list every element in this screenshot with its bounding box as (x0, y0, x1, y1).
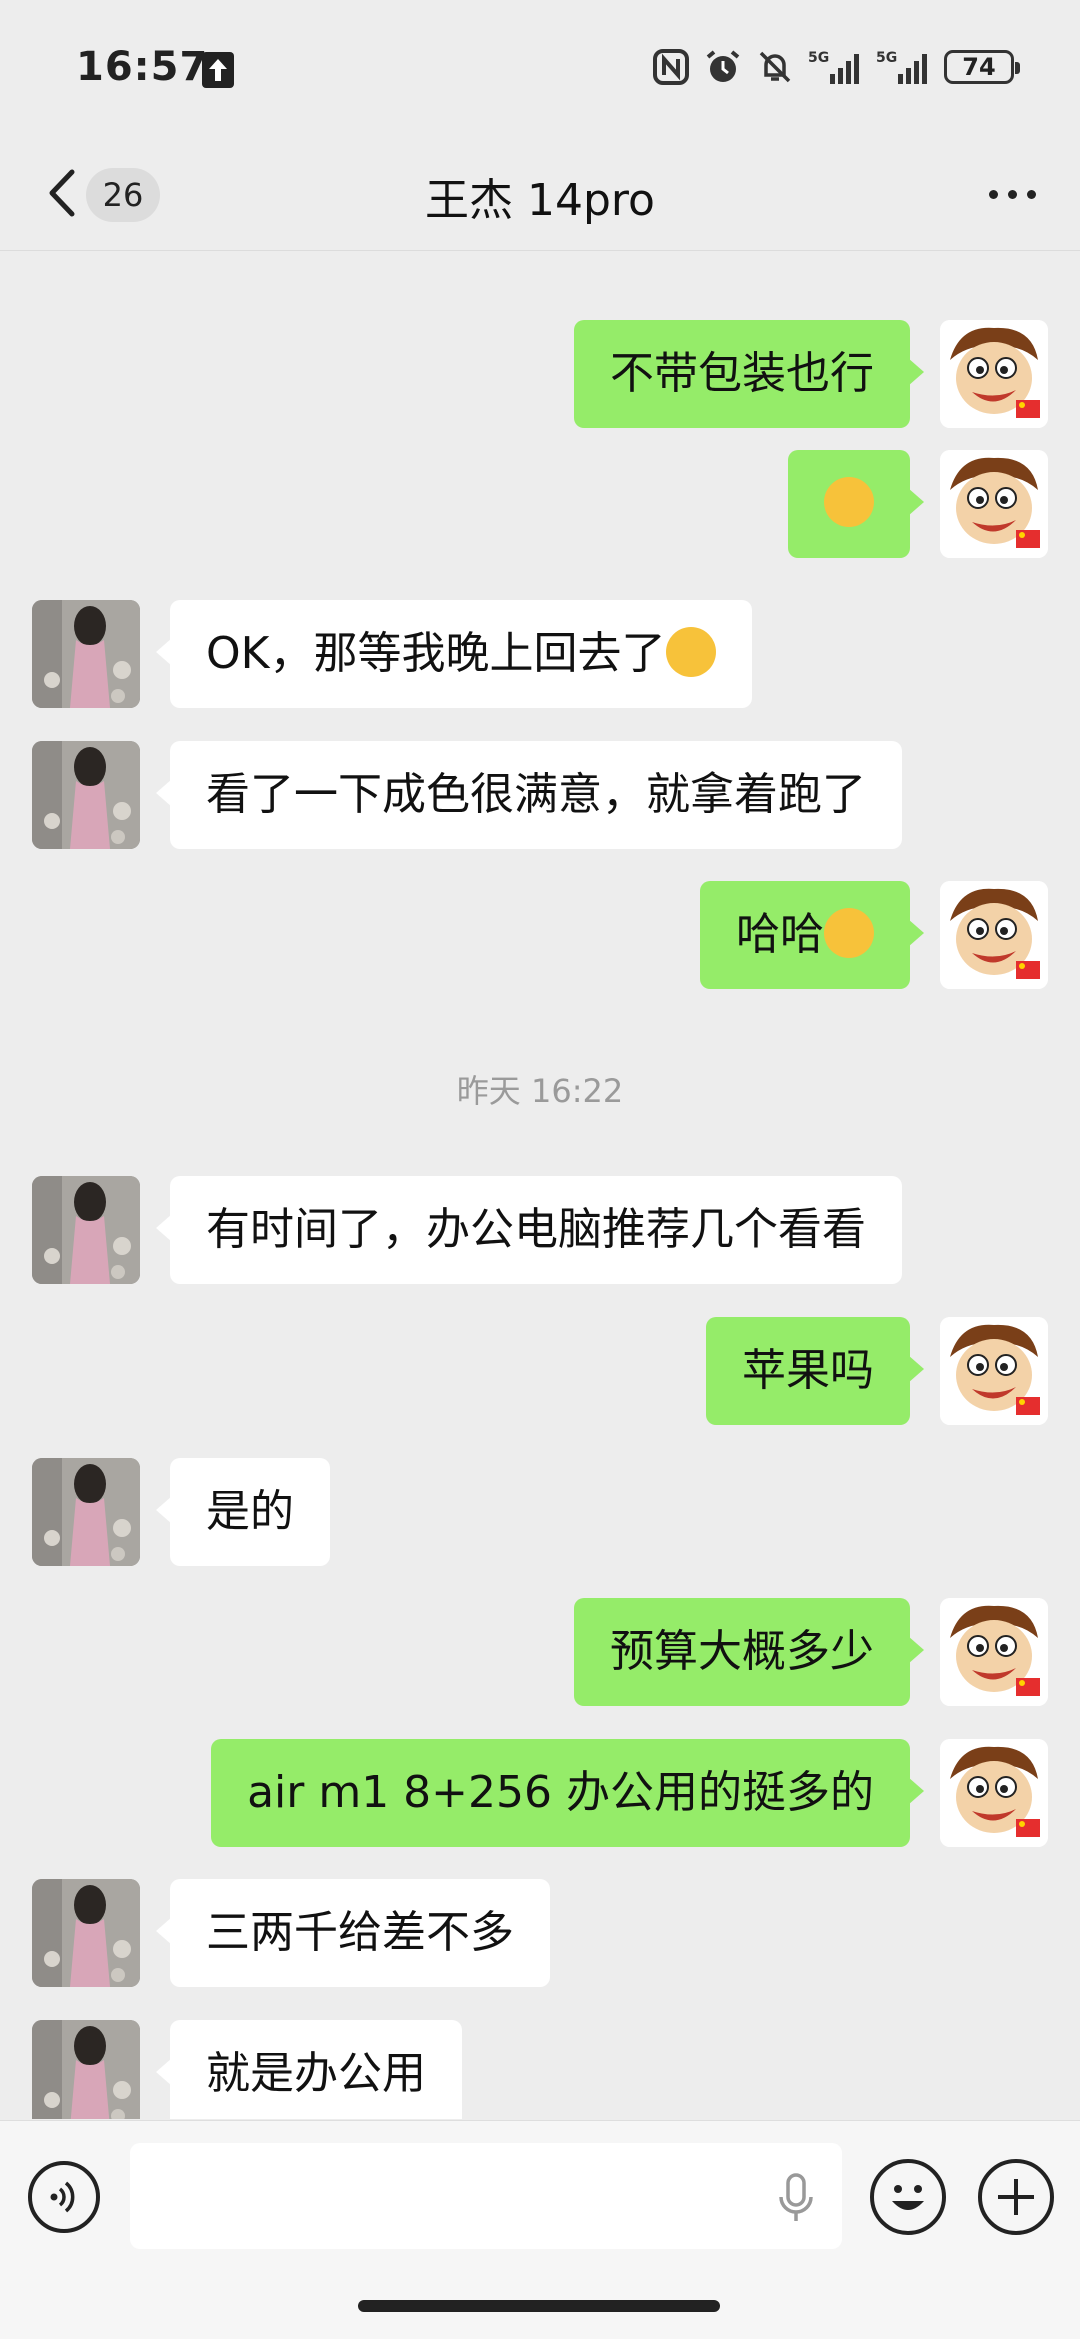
grinning-face-emoji (824, 908, 874, 958)
5g-signal-icon: 5G (808, 48, 862, 86)
message-bubble-received[interactable]: 看了一下成色很满意，就拿着跑了 (156, 741, 902, 849)
message-timestamp: 昨天 16:22 (456, 1072, 624, 1110)
chat-title: 王杰 14pro (425, 175, 655, 226)
mute-icon (756, 48, 794, 86)
avatar[interactable] (32, 2020, 140, 2119)
laughing-tears-emoji (665, 627, 716, 677)
status-time: 16:57 (76, 44, 209, 90)
more-options-icon[interactable] (989, 190, 1036, 199)
nfc-icon (652, 48, 690, 86)
message-bubble-sent[interactable]: 不带包装也行 (574, 320, 924, 428)
chat-header: 26 王杰 14pro (0, 140, 1080, 251)
avatar[interactable] (940, 1598, 1048, 1706)
emoji-icon[interactable] (870, 2159, 946, 2235)
message-bubble-sent[interactable]: 苹果吗 (706, 1317, 924, 1425)
message-bubble-sent[interactable]: air m1 8+256 办公用的挺多的 (211, 1739, 924, 1847)
5g-signal-icon: 5G (876, 48, 930, 86)
upload-icon (202, 52, 234, 88)
svg-text:5G: 5G (808, 50, 829, 66)
add-icon[interactable] (978, 2159, 1054, 2235)
message-bubble-received[interactable]: 就是办公用 (156, 2020, 462, 2119)
message-bubble-received[interactable]: 是的 (156, 1458, 330, 1566)
avatar[interactable] (940, 881, 1048, 989)
battery-indicator: 74 (944, 50, 1020, 84)
message-bubble-sent[interactable] (788, 450, 924, 558)
microphone-icon[interactable] (776, 2171, 816, 2225)
message-bubble-sent[interactable]: 预算大概多少 (574, 1598, 924, 1706)
message-input[interactable] (130, 2143, 842, 2249)
voice-input-icon[interactable] (28, 2161, 100, 2233)
message-bubble-received[interactable]: OK，那等我晚上回去了 (156, 600, 752, 708)
status-bar: 16:57 5G 5G 74 (0, 0, 1080, 140)
avatar[interactable] (940, 1739, 1048, 1847)
message-list[interactable]: 不带包装也行 OK，那等我晚上回去了 看了一下成色很满意，就拿着跑了 哈哈 昨天… (0, 251, 1080, 2119)
message-bubble-received[interactable]: 有时间了，办公电脑推荐几个看看 (156, 1176, 902, 1284)
battery-level: 74 (962, 53, 996, 81)
avatar[interactable] (32, 741, 140, 849)
avatar[interactable] (940, 320, 1048, 428)
avatar[interactable] (32, 1879, 140, 1987)
svg-text:5G: 5G (876, 50, 897, 66)
avatar[interactable] (32, 600, 140, 708)
avatar[interactable] (940, 450, 1048, 558)
thinking-face-emoji (824, 477, 874, 527)
avatar[interactable] (32, 1176, 140, 1284)
avatar[interactable] (32, 1458, 140, 1566)
home-indicator (358, 2300, 720, 2312)
alarm-icon (704, 48, 742, 86)
status-icons: 5G 5G 74 (652, 48, 1020, 86)
message-bubble-received[interactable]: 三两千给差不多 (156, 1879, 550, 1987)
avatar[interactable] (940, 1317, 1048, 1425)
message-bubble-sent[interactable]: 哈哈 (700, 881, 924, 989)
